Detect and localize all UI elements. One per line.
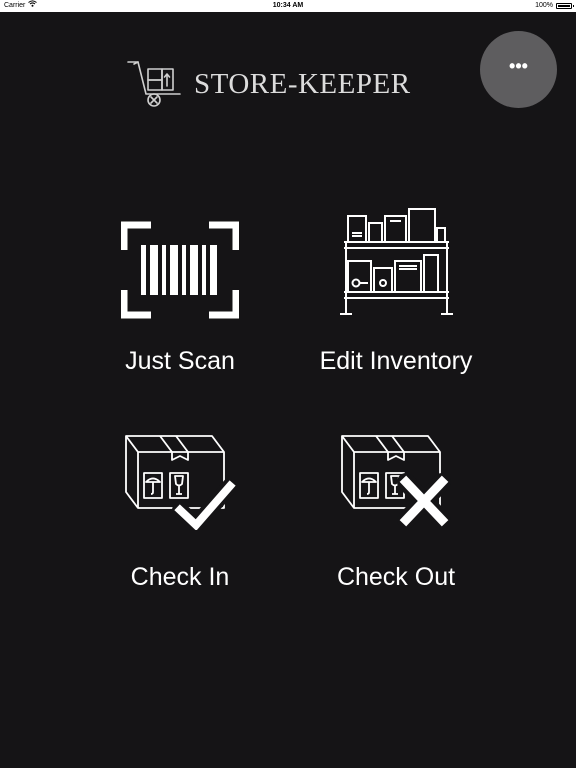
status-bar: Carrier 10:34 AM 100%: [0, 0, 576, 12]
barcode-scan-icon: [121, 221, 239, 319]
edit-inventory-button[interactable]: Edit Inventory: [296, 200, 496, 390]
app-logo: STORE-KEEPER: [126, 56, 411, 113]
just-scan-label: Just Scan: [125, 347, 235, 375]
app-title: STORE-KEEPER: [194, 68, 411, 100]
check-in-button[interactable]: Check In: [80, 430, 280, 620]
battery-icon: [556, 3, 574, 9]
battery-fill: [558, 5, 570, 7]
box-cross-icon: [341, 435, 451, 529]
check-out-button[interactable]: Check Out: [296, 430, 496, 620]
battery-percent: 100%: [535, 2, 553, 9]
more-ellipsis-icon: •••: [509, 56, 528, 76]
just-scan-button[interactable]: Just Scan: [80, 200, 280, 390]
check-out-label: Check Out: [336, 563, 456, 591]
box-check-icon: [125, 435, 236, 530]
hand-truck-icon: [126, 56, 184, 113]
inventory-shelf-icon: [340, 208, 453, 315]
check-in-label: Check In: [130, 563, 230, 591]
main-screen: Carrier 10:34 AM 100% STORE-KEEPER ••• J…: [0, 0, 576, 768]
status-right: 100%: [535, 0, 574, 12]
status-time: 10:34 AM: [272, 2, 304, 9]
more-options-button[interactable]: •••: [480, 31, 557, 108]
edit-inventory-label: Edit Inventory: [319, 347, 473, 375]
